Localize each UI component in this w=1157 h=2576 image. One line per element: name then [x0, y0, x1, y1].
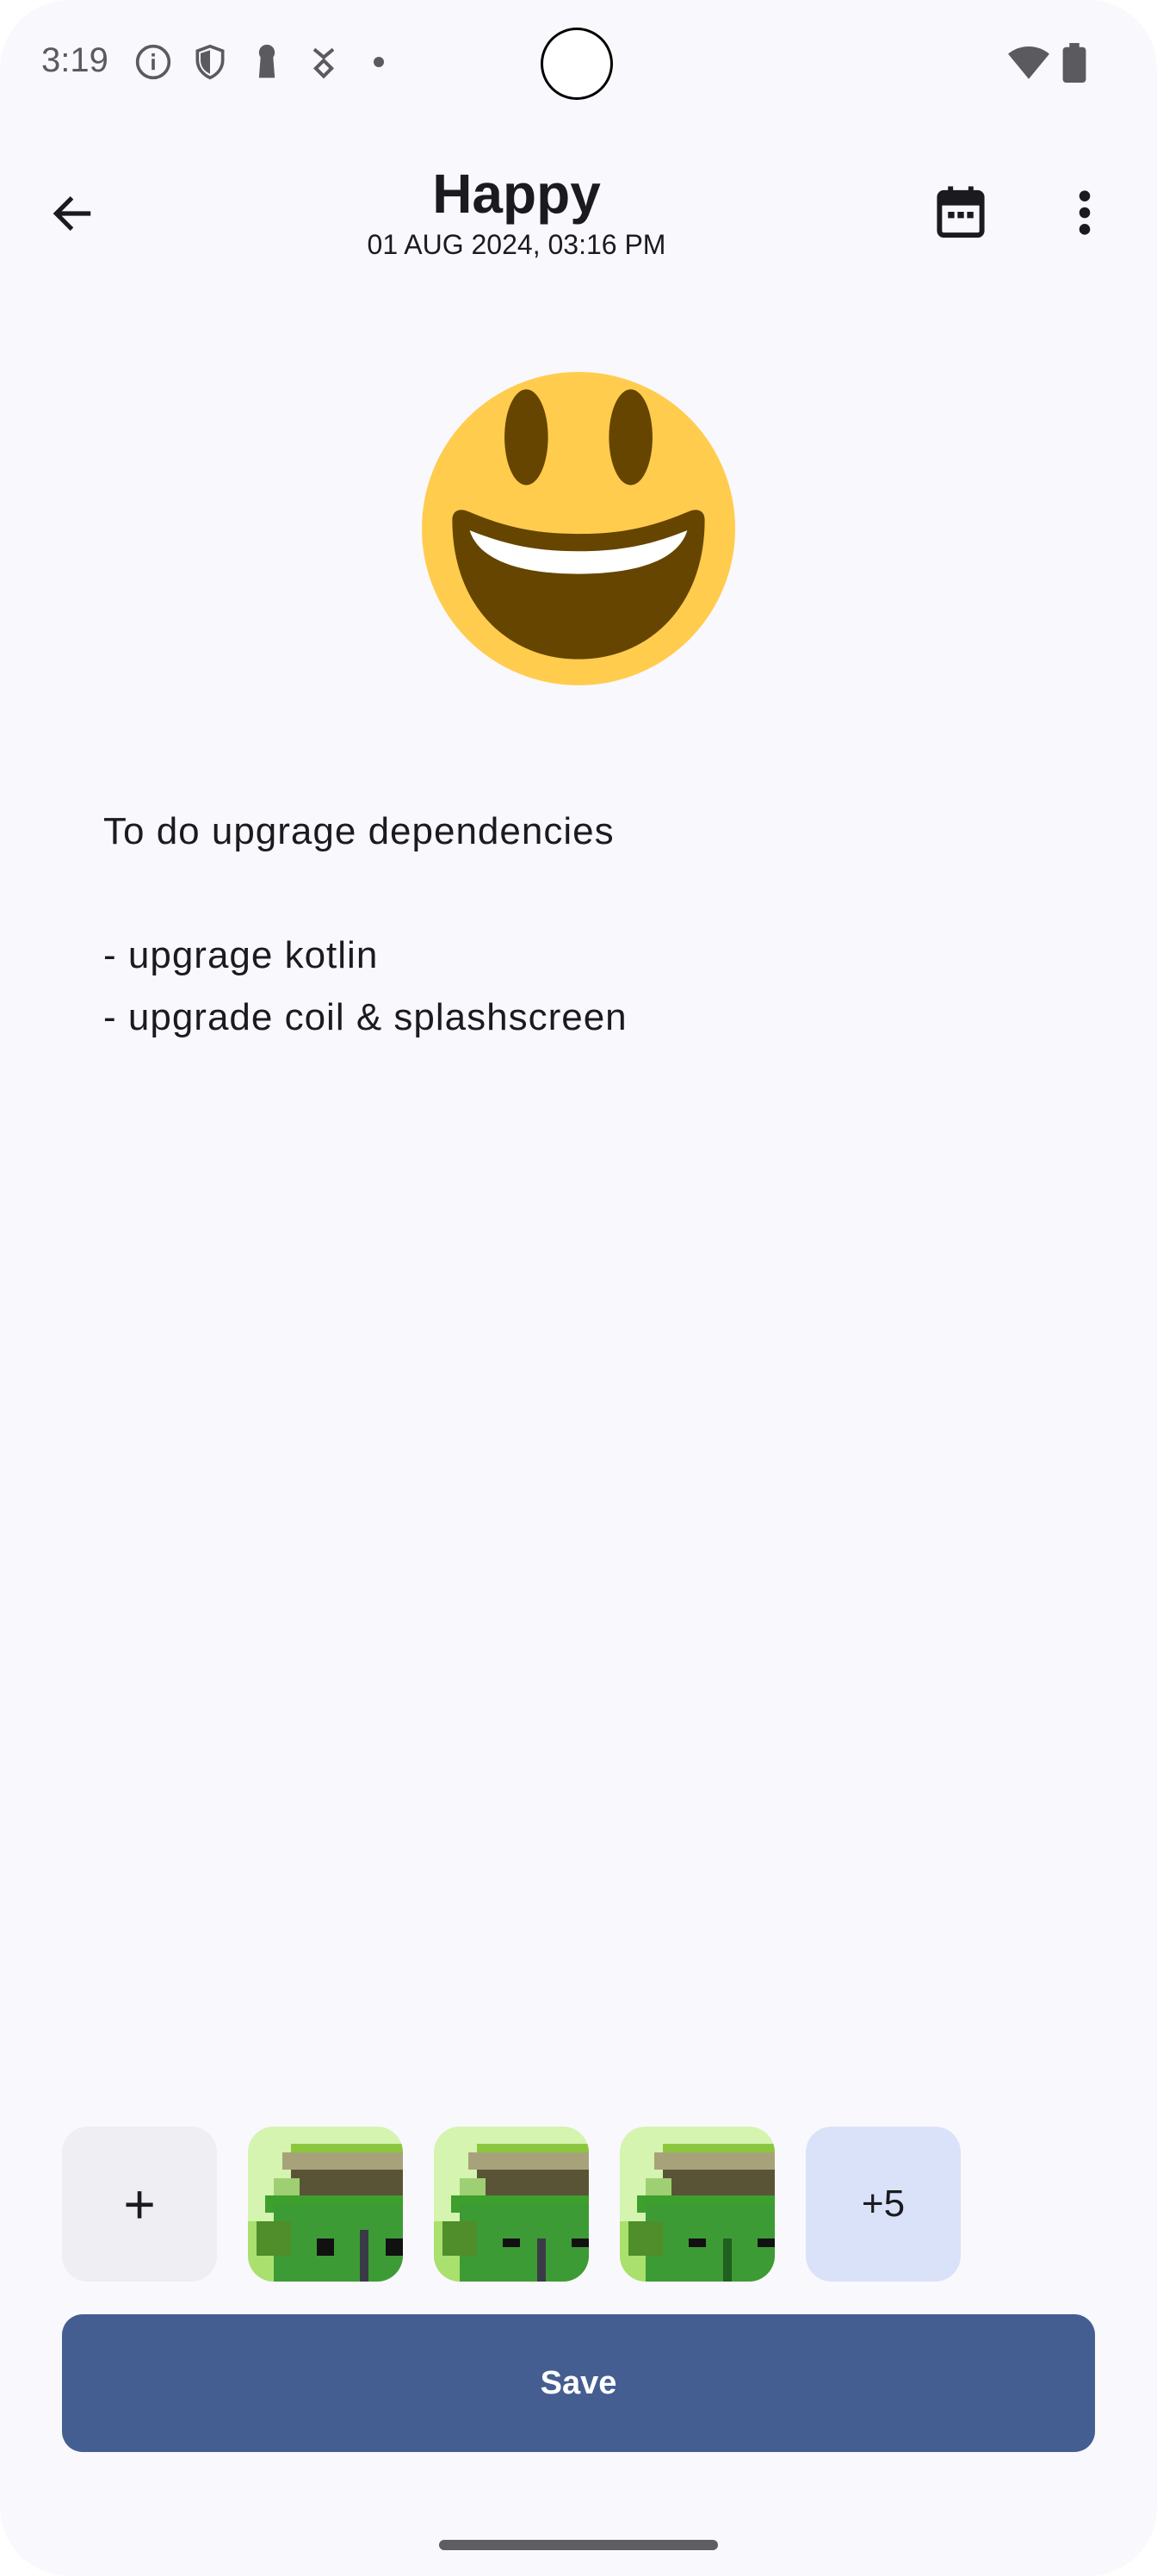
- more-attachments-button[interactable]: +5: [806, 2127, 961, 2282]
- keyhole-icon: [258, 44, 275, 78]
- info-icon: [135, 44, 171, 80]
- grinning-face-icon[interactable]: [422, 372, 735, 685]
- location-pin-icon: [312, 47, 335, 79]
- shield-icon: [195, 44, 225, 80]
- save-button[interactable]: Save: [62, 2314, 1095, 2452]
- add-attachment-label: +: [123, 2173, 156, 2235]
- dot-icon: [374, 57, 384, 67]
- battery-icon: [1062, 43, 1086, 83]
- attachment-thumbnail-2[interactable]: [434, 2127, 589, 2282]
- more-vert-icon[interactable]: [1071, 188, 1098, 238]
- screen: 3:19 Happy 01 AUG 2024, 03:16 PM To do u…: [0, 0, 1157, 2576]
- entry-date[interactable]: 01 AUG 2024, 03:16 PM: [0, 229, 1033, 261]
- page-title: Happy: [432, 163, 601, 225]
- attachment-thumbnail-3[interactable]: [620, 2127, 775, 2282]
- status-time: 3:19: [41, 41, 108, 79]
- attachment-thumbnail-1[interactable]: [248, 2127, 403, 2282]
- front-camera: [541, 28, 613, 100]
- more-attachments-count: +5: [861, 2183, 906, 2225]
- note-text-field[interactable]: To do upgrage dependencies - upgrage kot…: [103, 801, 1050, 1049]
- calendar-icon[interactable]: [935, 184, 987, 239]
- save-button-label: Save: [540, 2364, 617, 2401]
- add-attachment-button[interactable]: +: [62, 2127, 217, 2282]
- wifi-icon: [1008, 46, 1049, 79]
- gesture-nav-handle[interactable]: [439, 2540, 718, 2550]
